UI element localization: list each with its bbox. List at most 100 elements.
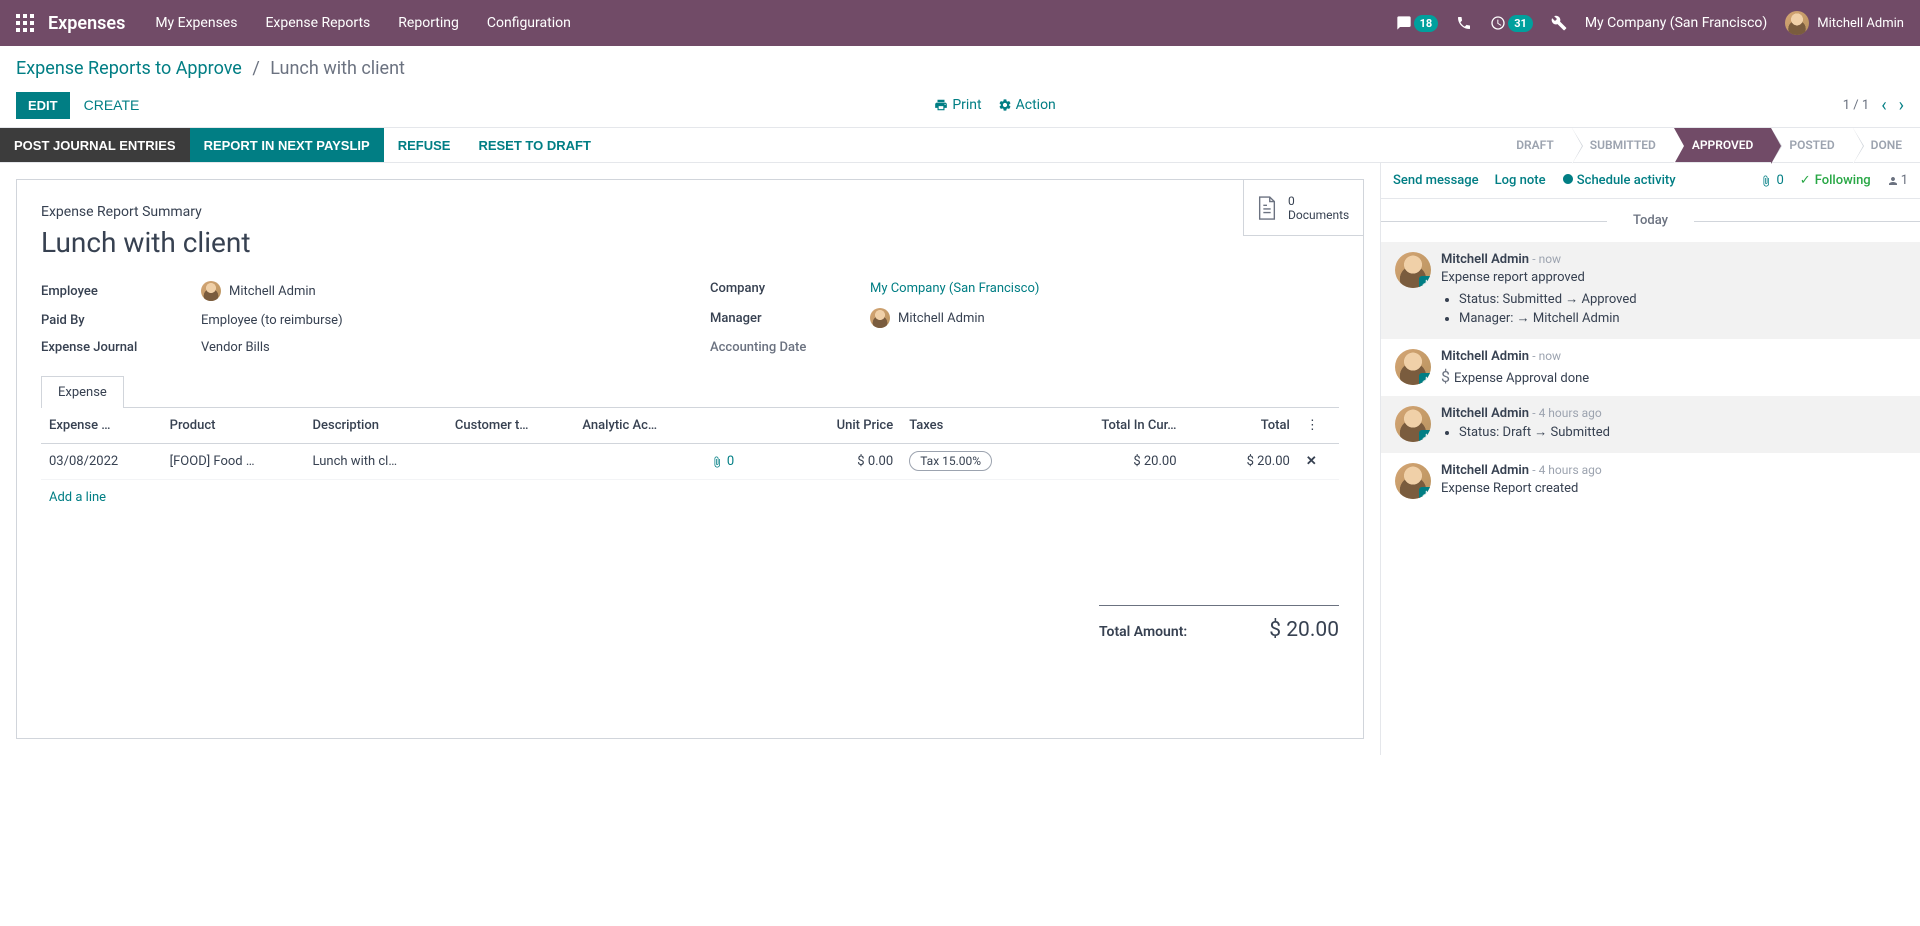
timeline-separator: Today <box>1381 199 1920 242</box>
print-button[interactable]: Print <box>934 97 981 113</box>
apps-icon[interactable] <box>16 14 34 32</box>
print-label: Print <box>952 97 981 113</box>
col-desc[interactable]: Description <box>305 408 447 444</box>
row-delete-icon[interactable]: ✕ <box>1298 444 1339 480</box>
employee-value: Mitchell Admin <box>201 281 316 301</box>
manager-label: Manager <box>710 311 870 326</box>
refuse-button[interactable]: REFUSE <box>384 128 465 162</box>
col-analytic[interactable]: Analytic Ac… <box>574 408 702 444</box>
top-navbar: Expenses My Expenses Expense Reports Rep… <box>0 0 1920 46</box>
documents-label: Documents <box>1288 208 1349 222</box>
col-customer[interactable]: Customer t… <box>447 408 574 444</box>
documents-button[interactable]: 0 Documents <box>1243 180 1363 236</box>
stage-draft[interactable]: DRAFT <box>1498 128 1572 162</box>
chatter-panel: Send message Log note Schedule activity … <box>1380 163 1920 755</box>
post-journal-button[interactable]: POST JOURNAL ENTRIES <box>0 128 190 162</box>
form-panel: 0 Documents Expense Report Summary Lunch… <box>0 163 1380 755</box>
table-row[interactable]: 03/08/2022 [FOOD] Food … Lunch with cl… … <box>41 444 1339 480</box>
activities-icon[interactable]: 31 <box>1490 15 1533 32</box>
pager-prev[interactable]: ‹ <box>1881 95 1886 116</box>
message-time: - now <box>1532 252 1561 266</box>
message-item: Mitchell Admin - now $Expense Approval d… <box>1381 339 1920 396</box>
pager-next[interactable]: › <box>1899 95 1904 116</box>
message-avatar <box>1395 463 1431 499</box>
form-sheet: 0 Documents Expense Report Summary Lunch… <box>16 179 1364 739</box>
stage-approved[interactable]: APPROVED <box>1674 128 1772 162</box>
app-brand[interactable]: Expenses <box>48 13 125 34</box>
cell-attach[interactable]: 0 <box>703 444 774 480</box>
company-value[interactable]: My Company (San Francisco) <box>870 281 1039 296</box>
nav-configuration[interactable]: Configuration <box>487 15 571 31</box>
message-item: Mitchell Admin - now Expense report appr… <box>1381 242 1920 339</box>
employee-avatar <box>201 281 221 301</box>
breadcrumb-parent[interactable]: Expense Reports to Approve <box>16 58 242 79</box>
message-text: Expense report approved <box>1441 270 1906 285</box>
employee-label: Employee <box>41 284 201 299</box>
add-line[interactable]: Add a line <box>41 480 1339 515</box>
message-author: Mitchell Admin <box>1441 406 1529 421</box>
schedule-activity[interactable]: Schedule activity <box>1562 173 1676 188</box>
total-value: $ 20.00 <box>1269 618 1339 642</box>
user-name: Mitchell Admin <box>1817 16 1904 31</box>
message-text: $Expense Approval done <box>1441 367 1906 386</box>
status-stages: DRAFT SUBMITTED APPROVED POSTED DONE <box>1498 128 1920 162</box>
nav-reporting[interactable]: Reporting <box>398 15 459 31</box>
message-author: Mitchell Admin <box>1441 252 1529 267</box>
status-bar: POST JOURNAL ENTRIES REPORT IN NEXT PAYS… <box>0 127 1920 163</box>
send-message[interactable]: Send message <box>1393 173 1479 188</box>
col-unit[interactable]: Unit Price <box>774 408 901 444</box>
messages-icon[interactable]: 18 <box>1396 15 1439 32</box>
message-time: - 4 hours ago <box>1532 406 1601 420</box>
message-bullet: Status: Draft → Submitted <box>1459 424 1906 440</box>
breadcrumb: Expense Reports to Approve / Lunch with … <box>16 58 1904 79</box>
debug-icon[interactable] <box>1551 15 1567 31</box>
attachments-count[interactable]: 0 <box>1760 173 1783 188</box>
control-bar: Expense Reports to Approve / Lunch with … <box>0 46 1920 127</box>
nav-links: My Expenses Expense Reports Reporting Co… <box>155 15 1395 31</box>
action-button[interactable]: Action <box>998 97 1056 113</box>
chatter-top: Send message Log note Schedule activity … <box>1381 163 1920 199</box>
log-note[interactable]: Log note <box>1495 173 1546 188</box>
message-text: Expense Report created <box>1441 481 1906 496</box>
stage-done[interactable]: DONE <box>1853 128 1920 162</box>
user-avatar <box>1785 11 1809 35</box>
total-label: Total Amount: <box>1099 624 1187 640</box>
nav-expense-reports[interactable]: Expense Reports <box>265 15 370 31</box>
page-title: Lunch with client <box>41 226 1339 259</box>
create-button[interactable]: CREATE <box>76 91 148 119</box>
totals: Total Amount: $ 20.00 <box>1099 605 1339 642</box>
col-total[interactable]: Total <box>1185 408 1298 444</box>
cell-total: $ 20.00 <box>1185 444 1298 480</box>
message-avatar <box>1395 252 1431 288</box>
cell-taxes: Tax 15.00% <box>901 444 1043 480</box>
activities-badge: 31 <box>1508 15 1533 32</box>
following-button[interactable]: ✓ Following <box>1800 173 1871 188</box>
col-taxes[interactable]: Taxes <box>901 408 1043 444</box>
section-label: Expense Report Summary <box>41 204 1339 220</box>
paidby-value: Employee (to reimburse) <box>201 313 343 328</box>
tab-expense[interactable]: Expense <box>41 376 124 408</box>
reset-draft-button[interactable]: RESET TO DRAFT <box>464 128 604 162</box>
stage-posted[interactable]: POSTED <box>1771 128 1852 162</box>
message-item: Mitchell Admin - 4 hours ago Expense Rep… <box>1381 453 1920 509</box>
message-author: Mitchell Admin <box>1441 349 1529 364</box>
company-selector[interactable]: My Company (San Francisco) <box>1585 15 1767 31</box>
edit-button[interactable]: EDIT <box>16 92 70 119</box>
col-menu[interactable]: ⋮ <box>1298 408 1339 444</box>
paidby-label: Paid By <box>41 313 201 328</box>
manager-value: Mitchell Admin <box>870 308 985 328</box>
message-bullet: Status: Submitted → Approved <box>1459 291 1906 307</box>
col-curr[interactable]: Total In Cur… <box>1043 408 1185 444</box>
message-time: - 4 hours ago <box>1532 463 1601 477</box>
col-product[interactable]: Product <box>162 408 305 444</box>
stage-submitted[interactable]: SUBMITTED <box>1572 128 1674 162</box>
phone-icon[interactable] <box>1456 15 1472 31</box>
coin-icon: $ <box>1441 367 1450 386</box>
report-payslip-button[interactable]: REPORT IN NEXT PAYSLIP <box>190 128 384 162</box>
followers-count[interactable]: 1 <box>1887 173 1908 188</box>
cell-date: 03/08/2022 <box>41 444 162 480</box>
message-item: Mitchell Admin - 4 hours ago Status: Dra… <box>1381 396 1920 453</box>
user-menu[interactable]: Mitchell Admin <box>1785 11 1904 35</box>
col-date[interactable]: Expense … <box>41 408 162 444</box>
nav-my-expenses[interactable]: My Expenses <box>155 15 237 31</box>
